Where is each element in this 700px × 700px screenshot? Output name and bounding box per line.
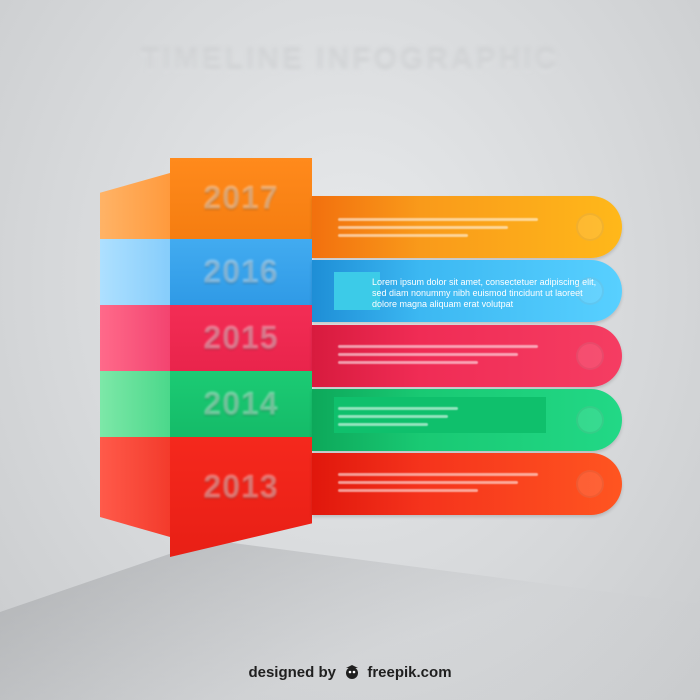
year-block-2013: 2013	[170, 437, 312, 557]
text-placeholder	[338, 345, 538, 348]
circle-icon	[576, 470, 604, 498]
year-block-2017: 2017	[170, 158, 312, 239]
timeline-band-2016: Lorem ipsum dolor sit amet, consectetuer…	[312, 260, 622, 322]
side-face-2017	[100, 173, 170, 239]
text-placeholder	[338, 489, 478, 492]
text-placeholder	[338, 353, 518, 356]
text-placeholder	[338, 415, 448, 418]
timeline-band-2015	[312, 325, 622, 387]
circle-icon	[576, 406, 604, 434]
text-placeholder	[338, 473, 538, 476]
timeline-band-2013	[312, 453, 622, 515]
year-block-2015: 2015	[170, 305, 312, 371]
text-placeholder	[338, 407, 458, 410]
timeline-band-2017	[312, 196, 622, 258]
year-label: 2016	[203, 253, 279, 290]
side-face-2015	[100, 305, 170, 371]
circle-icon	[576, 342, 604, 370]
year-label: 2013	[203, 468, 279, 505]
freepik-logo-icon	[344, 664, 360, 680]
year-label: 2017	[203, 180, 279, 216]
text-placeholder	[338, 481, 518, 484]
infographic-title: TIMELINE INFOGRAPHIC	[140, 44, 560, 77]
text-placeholder	[338, 234, 468, 237]
designed-by-text: designed by	[248, 664, 336, 681]
timeline-band-2014	[312, 389, 622, 451]
description-text: Lorem ipsum dolor sit amet, consectetuer…	[372, 277, 597, 309]
text-placeholder	[338, 218, 538, 221]
brand-text: freepik.com	[367, 664, 452, 681]
text-placeholder	[338, 423, 428, 426]
side-face-2013	[100, 437, 170, 537]
circle-icon	[576, 277, 604, 305]
text-placeholder	[338, 226, 508, 229]
year-label: 2015	[203, 319, 279, 356]
text-placeholder	[338, 361, 478, 364]
attribution-footer: designed by freepik.com	[0, 664, 700, 681]
side-face-2016	[100, 239, 170, 305]
year-label: 2014	[203, 385, 279, 422]
side-face-2014	[100, 371, 170, 437]
circle-icon	[576, 213, 604, 241]
year-block-2016: 2016	[170, 239, 312, 305]
year-block-2014: 2014	[170, 371, 312, 437]
